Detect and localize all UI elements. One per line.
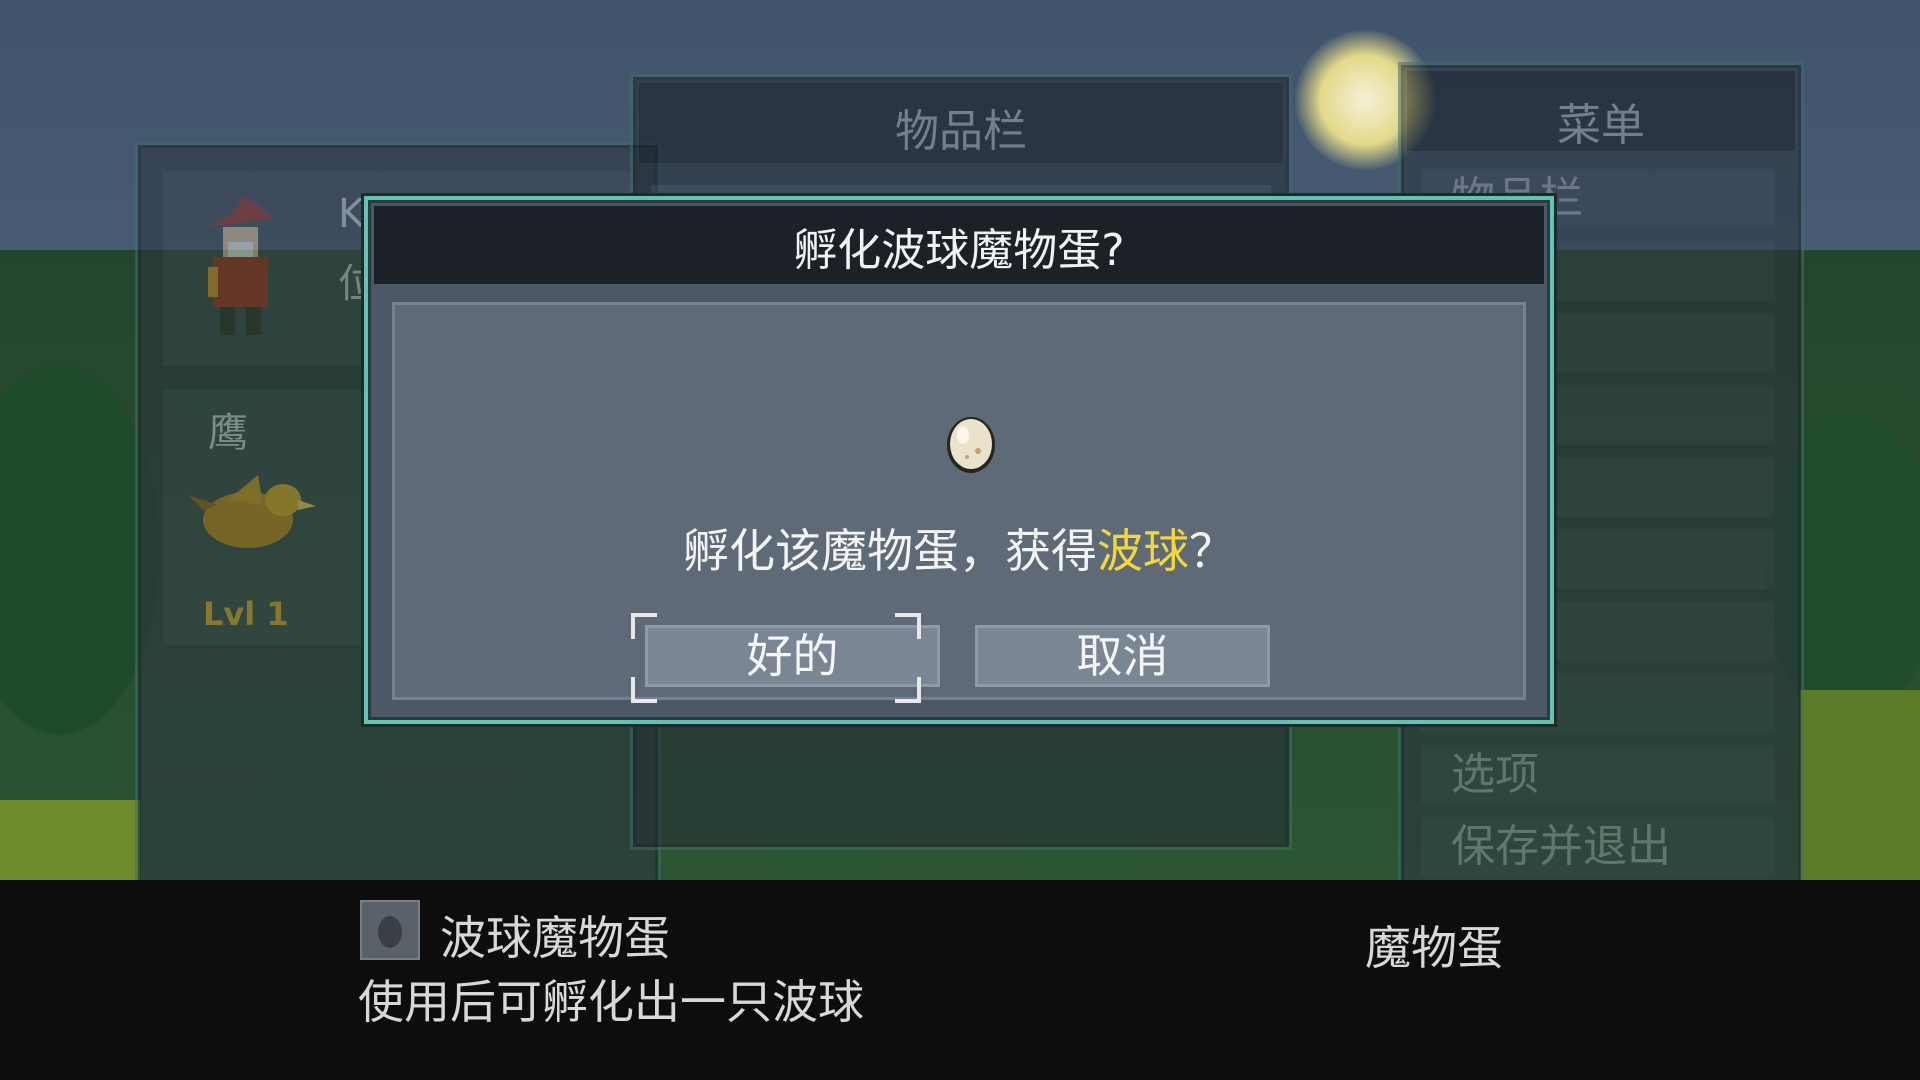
message-prefix: 孵化该魔物蛋，获得 — [683, 524, 1097, 578]
dialog-body: 孵化该魔物蛋，获得波球？ 好的 取消 — [392, 302, 1526, 703]
menu-title: 菜单 — [1557, 100, 1645, 151]
grass-right — [1800, 690, 1920, 880]
member-name: K — [338, 191, 365, 237]
hatch-confirm-dialog: 孵化波球魔物蛋? 孵化该魔物蛋，获得波球？ 好的 取消 — [364, 196, 1554, 724]
monster-level: Lvl 1 — [203, 595, 289, 633]
egg-slot-icon — [360, 900, 420, 960]
item-description: 使用后可孵化出一只波球 — [358, 975, 864, 1029]
dialog-title: 孵化波球魔物蛋? — [793, 225, 1125, 276]
bird-monster-icon — [188, 475, 316, 548]
egg-silhouette-icon — [378, 916, 402, 948]
cancel-button[interactable]: 取消 — [975, 625, 1270, 687]
message-suffix: ？ — [1189, 524, 1235, 578]
selection-corner-top-right — [895, 613, 921, 639]
egg-icon — [947, 417, 995, 473]
item-name: 波球魔物蛋 — [440, 911, 670, 965]
selection-corner-bottom-right — [895, 677, 921, 703]
grass-left — [0, 800, 140, 880]
selection-corner-top-left — [631, 613, 657, 639]
message-highlight: 波球 — [1097, 524, 1189, 578]
inventory-title: 物品栏 — [895, 106, 1027, 157]
monster-name: 鹰 — [208, 410, 248, 456]
item-info-bar — [0, 880, 1920, 1080]
item-type: 魔物蛋 — [1365, 921, 1503, 975]
menu-item-options[interactable]: 选项 — [1421, 745, 1775, 805]
dialog-message: 孵化该魔物蛋，获得波球？ — [395, 515, 1523, 581]
wizard-character-icon — [208, 197, 273, 335]
selection-corner-bottom-left — [631, 677, 657, 703]
menu-item-save-quit[interactable]: 保存并退出 — [1421, 817, 1775, 877]
